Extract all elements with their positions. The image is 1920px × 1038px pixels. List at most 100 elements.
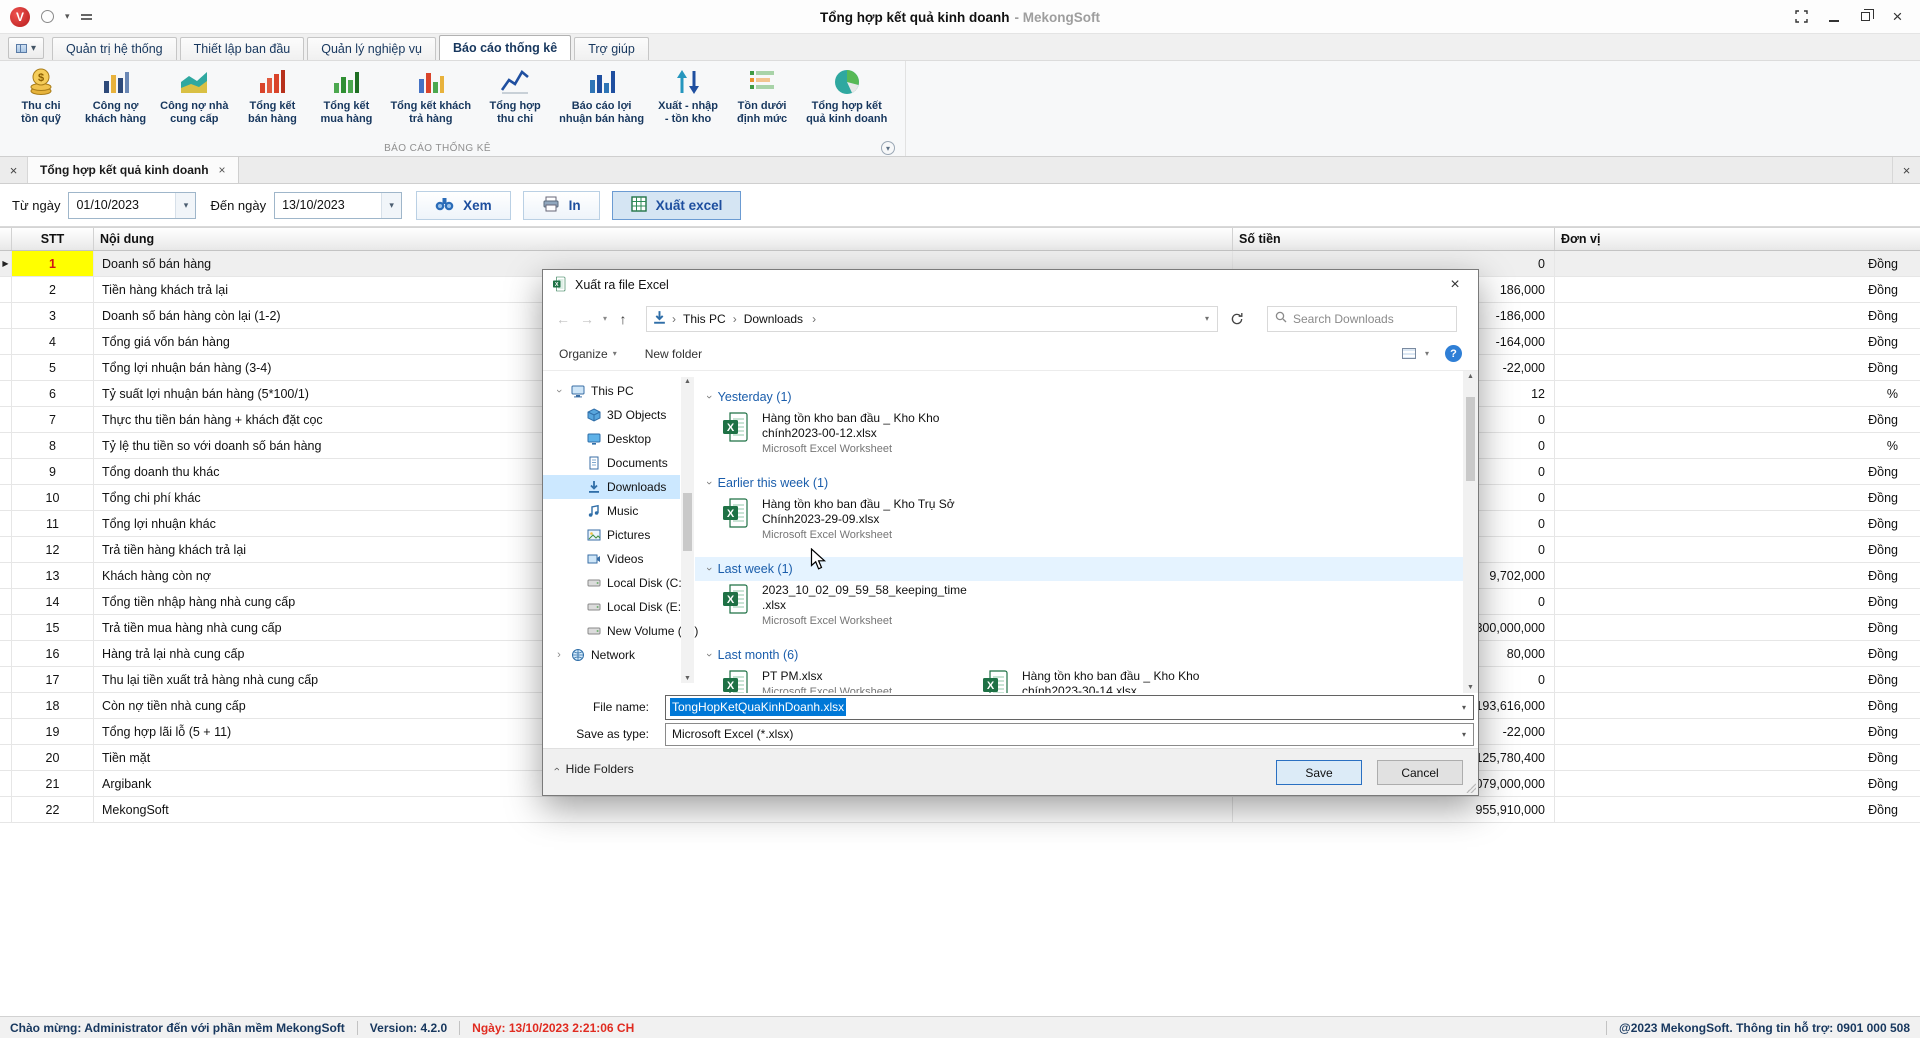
sidebar-item-music[interactable]: Music [543,499,680,523]
file-list-scrollbar[interactable]: ▲ ▼ [1463,371,1478,693]
ribbon-item[interactable]: Tổng hợp thu chi [478,64,552,128]
sidebar-item-documents[interactable]: Documents [543,451,680,475]
tree-expander-icon[interactable]: › [553,649,565,661]
column-header-content[interactable]: Nội dung [94,228,1233,250]
ribbon-item[interactable]: Công nợ khách hàng [78,64,153,128]
export-excel-button[interactable]: Xuất excel [612,191,742,220]
record-circle-icon[interactable] [41,10,54,23]
ribbon-item[interactable]: Tổng hợp kết quả kinh doanh [799,64,894,128]
file-group-header[interactable]: ›Earlier this week (1) [695,471,1463,495]
ribbon-tab[interactable]: Trợ giúp [574,37,649,60]
scrollbar-thumb[interactable] [1466,397,1475,481]
quick-access-icon[interactable] [81,14,92,20]
window-menu-button[interactable]: ▾ [8,37,44,59]
ribbon-item[interactable]: $Thu chi tồn quỹ [4,64,78,128]
back-button[interactable]: ← [551,311,575,327]
ribbon-tab[interactable]: Quản lý nghiệp vụ [307,37,436,60]
ribbon-collapse-icon[interactable]: ▾ [881,141,895,155]
save-type-select[interactable]: Microsoft Excel (*.xlsx) ▾ [665,723,1474,746]
calendar-dropdown-icon[interactable]: ▾ [381,193,401,218]
ribbon-item[interactable]: Xuất - nhập - tồn kho [651,64,725,128]
scrollbar-thumb[interactable] [683,493,692,551]
cell-stt: 14 [12,589,94,614]
view-button[interactable]: Xem [416,191,511,220]
ribbon-item[interactable]: Công nợ nhà cung cấp [153,64,235,128]
ribbon-item[interactable]: Tổng kết khách trả hàng [383,64,478,128]
document-tab-active[interactable]: Tổng hợp kết quả kinh doanh × [28,157,239,183]
refresh-button[interactable] [1224,306,1250,332]
cancel-button[interactable]: Cancel [1377,760,1463,785]
from-date-input[interactable]: 01/10/2023 ▾ [68,192,196,219]
file-name-input[interactable]: TongHopKetQuaKinhDoanh.xlsx ▾ [665,695,1474,720]
address-bar[interactable]: ›This PC›Downloads › ▾ [646,306,1218,332]
organize-button[interactable]: Organize▾ [559,347,617,361]
minimize-button[interactable] [1821,6,1846,28]
ribbon-tab[interactable]: Thiết lập ban đầu [180,37,305,60]
calendar-dropdown-icon[interactable]: ▾ [175,193,195,218]
file-group-header[interactable]: ›Last month (6) [695,643,1463,667]
file-item[interactable]: XPT PM.xlsxMicrosoft Excel Worksheet [721,669,977,693]
column-header-unit[interactable]: Đơn vị [1555,228,1920,250]
view-options-button[interactable]: ▾ [1402,348,1429,359]
address-dropdown-icon[interactable]: ▾ [1205,314,1212,323]
scroll-down-icon[interactable]: ▼ [1467,684,1474,691]
ribbon-tab[interactable]: Quản trị hệ thống [52,37,177,60]
sidebar-item-videos[interactable]: Videos [543,547,680,571]
help-icon[interactable]: ? [1445,345,1462,362]
file-item[interactable]: XHàng tồn kho ban đầu _ Kho Khochính2023… [981,669,1237,693]
up-button[interactable]: ↑ [611,311,635,327]
file-item[interactable]: XHàng tồn kho ban đầu _ Kho Khochính2023… [721,411,977,463]
tree-expander-icon[interactable]: › [553,385,565,397]
ribbon-item[interactable]: Tổng kết bán hàng [235,64,309,128]
save-button[interactable]: Save [1276,760,1362,785]
sidebar-item-local-disk-c-[interactable]: Local Disk (C:) [543,571,680,595]
sidebar-item-desktop[interactable]: Desktop [543,427,680,451]
close-strip-button[interactable]: × [1892,157,1920,183]
sidebar-item-network[interactable]: ›Network [543,643,680,667]
restore-button[interactable] [1853,6,1878,28]
dialog-close-button[interactable]: × [1432,270,1478,300]
table-row[interactable]: 22MekongSoft955,910,000Đồng [0,797,1920,823]
fit-screen-button[interactable] [1789,6,1814,28]
ribbon-tab[interactable]: Báo cáo thống kê [439,35,571,60]
scroll-down-icon[interactable]: ▼ [684,675,691,682]
breadcrumb-chevron-icon[interactable]: › [809,312,819,326]
close-all-tabs-button[interactable]: × [0,157,28,183]
scroll-up-icon[interactable]: ▲ [1467,373,1474,380]
cell-stt: 22 [12,797,94,822]
ribbon-item[interactable]: Báo cáo lợi nhuận bán hàng [552,64,651,128]
file-item[interactable]: X2023_10_02_09_59_58_keeping_time.xlsxMi… [721,583,977,635]
sidebar-item-local-disk-e-[interactable]: Local Disk (E:) [543,595,680,619]
sidebar-item-new-volume-g-[interactable]: New Volume (G:) [543,619,680,643]
file-group-header[interactable]: ›Yesterday (1) [695,385,1463,409]
search-input[interactable]: Search Downloads [1267,306,1457,332]
sidebar-item-3d-objects[interactable]: 3D Objects [543,403,680,427]
combo-dropdown-icon[interactable]: ▾ [1462,703,1466,712]
search-icon [1275,311,1287,326]
titlebar-caret-icon[interactable]: ▾ [65,11,70,22]
sidebar-item-pictures[interactable]: Pictures [543,523,680,547]
to-date-input[interactable]: 13/10/2023 ▾ [274,192,402,219]
column-header-amount[interactable]: Số tiền [1233,228,1555,250]
sidebar-scrollbar[interactable]: ▲ ▼ [681,377,694,683]
sidebar-item-downloads[interactable]: Downloads [543,475,680,499]
forward-button[interactable]: → [575,311,599,327]
sidebar-item-this-pc[interactable]: ›This PC [543,379,680,403]
svg-text:X: X [987,680,995,692]
ribbon-item[interactable]: Tồn dưới định mức [725,64,799,128]
close-button[interactable]: × [1885,6,1910,28]
breadcrumb-segment[interactable]: This PC [679,312,730,326]
print-button[interactable]: In [523,191,600,220]
ribbon-item[interactable]: Tổng kết mua hàng [309,64,383,128]
history-dropdown-icon[interactable]: ▾ [599,314,611,323]
new-folder-button[interactable]: New folder [645,347,702,361]
close-tab-icon[interactable]: × [219,163,226,177]
combo-dropdown-icon[interactable]: ▾ [1462,730,1466,739]
file-item[interactable]: XHàng tồn kho ban đầu _ Kho Trụ SởChính2… [721,497,977,549]
column-header-stt[interactable]: STT [12,228,94,250]
sidebar-item-label: Videos [607,552,643,566]
resize-grip[interactable] [1466,783,1476,793]
hide-folders-button[interactable]: › Hide Folders [555,762,634,776]
scroll-up-icon[interactable]: ▲ [684,378,691,385]
breadcrumb-segment[interactable]: Downloads [740,312,807,326]
